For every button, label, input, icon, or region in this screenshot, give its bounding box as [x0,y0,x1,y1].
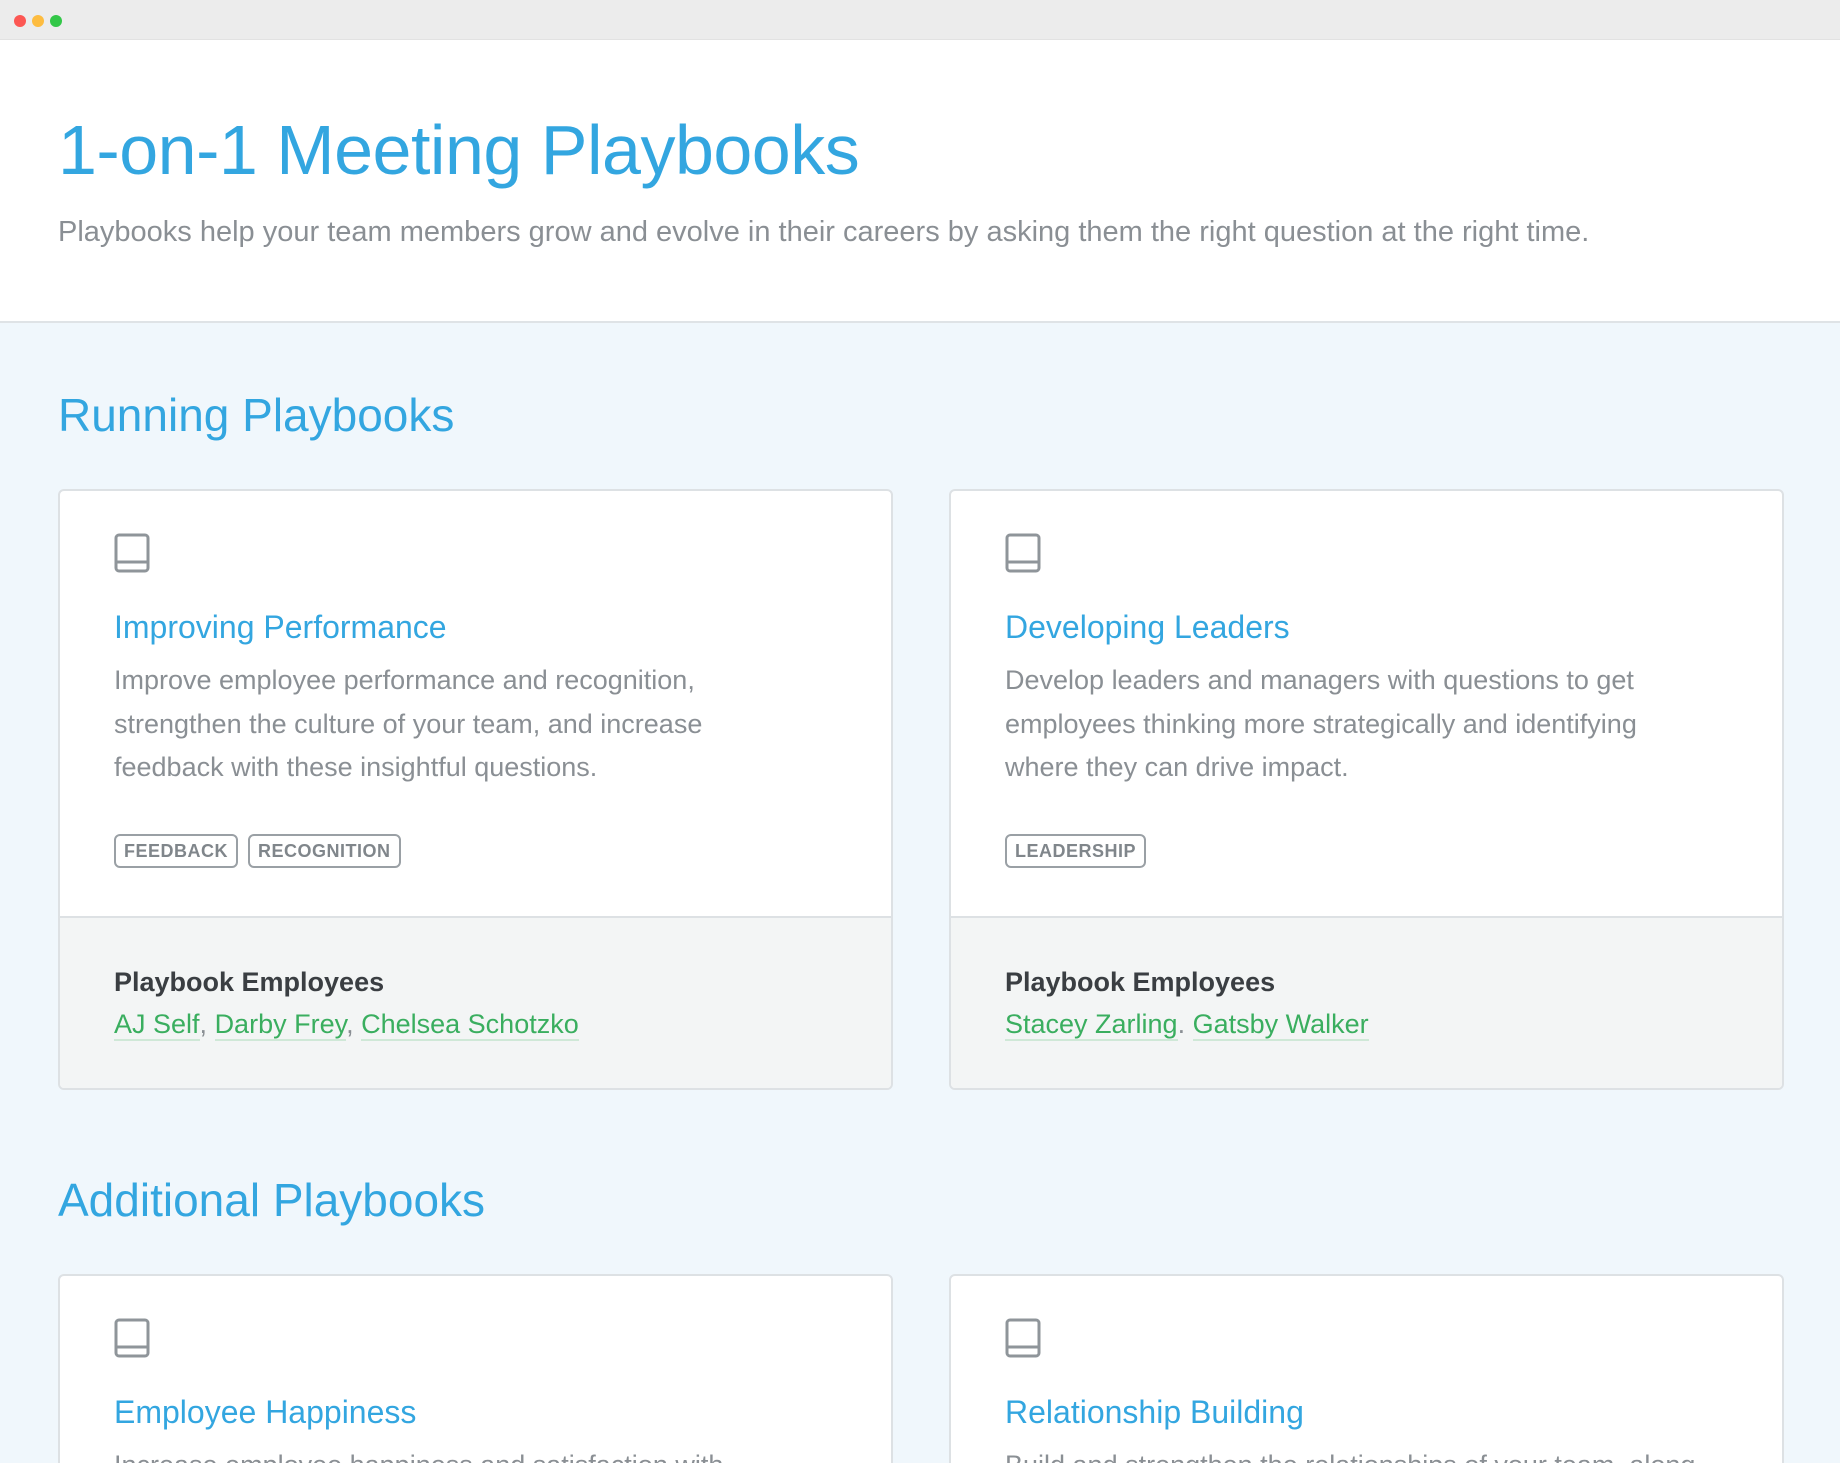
employee-link[interactable]: Darby Frey [214,1008,347,1041]
card-description-line: where they can drive impact. [1005,752,1349,782]
book-icon [114,533,150,573]
card-description-line: strengthen the culture of your team, and… [114,708,703,739]
running-playbooks-list: Improving Performance Improve employee p… [58,489,1784,1090]
close-window-button[interactable] [14,15,26,27]
playbook-card-improving-performance[interactable]: Improving Performance Improve employee p… [58,489,893,1090]
employee-list: Stacey Zarling. Gatsby Walker [1005,1008,1369,1041]
card-title[interactable]: Employee Happiness [114,1392,837,1432]
main-content: Running Playbooks Improving Performance … [0,387,1840,1463]
card-description: Improve employee performance and recogni… [114,659,837,790]
card-description-line: feedback with these insightful questions… [114,752,598,782]
card-description: Build and strengthen the relationships o… [1005,1444,1728,1463]
maximize-window-button[interactable] [50,15,62,27]
card-description-line: Improve employee performance and recogni… [114,665,695,695]
running-playbooks-title: Running Playbooks [58,389,455,441]
card-title[interactable]: Improving Performance [114,607,837,647]
card-description: Develop leaders and managers with questi… [1005,659,1728,790]
playbook-employees-label: Playbook Employees [114,966,385,997]
tag-list: LEADERSHIP [1005,833,1728,868]
tag-leadership[interactable]: LEADERSHIP [1005,833,1147,868]
card-description-line: Increase employee happiness and satisfac… [114,1444,837,1463]
window-titlebar [0,0,1840,40]
card-body: Employee Happiness Increase employee hap… [60,1276,891,1463]
card-title[interactable]: Developing Leaders [1005,607,1728,647]
playbook-employees-label: Playbook Employees [1005,966,1276,997]
card-body: Developing Leaders Develop leaders and m… [951,491,1782,916]
book-icon [1005,1318,1041,1357]
book-icon [114,1318,150,1357]
card-title[interactable]: Relationship Building [1005,1392,1728,1432]
employee-link[interactable]: Chelsea Schotzko [361,1008,579,1041]
minimize-window-button[interactable] [32,15,44,27]
employee-link[interactable]: AJ Self [114,1008,200,1041]
card-description: Increase employee happiness and satisfac… [114,1444,837,1463]
tag-list: FEEDBACK RECOGNITION [114,833,837,868]
card-body: Relationship Building Build and strength… [951,1276,1782,1463]
card-description-line: Develop leaders and managers with questi… [1005,665,1634,695]
card-description-line: Build and strengthen the relationships o… [1005,1444,1728,1463]
card-footer: Playbook Employees AJ Self, Darby Frey, … [60,915,891,1088]
playbook-card-employee-happiness[interactable]: Employee Happiness Increase employee hap… [58,1273,893,1463]
employee-link[interactable]: Stacey Zarling [1005,1008,1178,1041]
page-header: 1-on-1 Meeting Playbooks Playbooks help … [0,40,1840,323]
page-subtitle: Playbooks help your team members grow an… [58,216,1590,248]
card-body: Improving Performance Improve employee p… [60,491,891,916]
tag-recognition[interactable]: RECOGNITION [248,833,401,868]
employee-link[interactable]: Gatsby Walker [1192,1008,1369,1041]
book-icon [1005,533,1041,573]
page-title: 1-on-1 Meeting Playbooks [58,111,860,189]
card-description-line: employees thinking more strategically an… [1005,708,1637,739]
tag-feedback[interactable]: FEEDBACK [114,833,239,868]
card-footer: Playbook Employees Stacey Zarling. Gatsb… [951,915,1782,1088]
additional-playbooks-title: Additional Playbooks [58,1173,486,1226]
employee-list: AJ Self, Darby Frey, Chelsea Schotzko [114,1008,579,1041]
additional-playbooks-list: Employee Happiness Increase employee hap… [58,1273,1784,1463]
playbook-card-developing-leaders[interactable]: Developing Leaders Develop leaders and m… [949,489,1784,1090]
playbook-card-relationship-building[interactable]: Relationship Building Build and strength… [949,1273,1784,1463]
